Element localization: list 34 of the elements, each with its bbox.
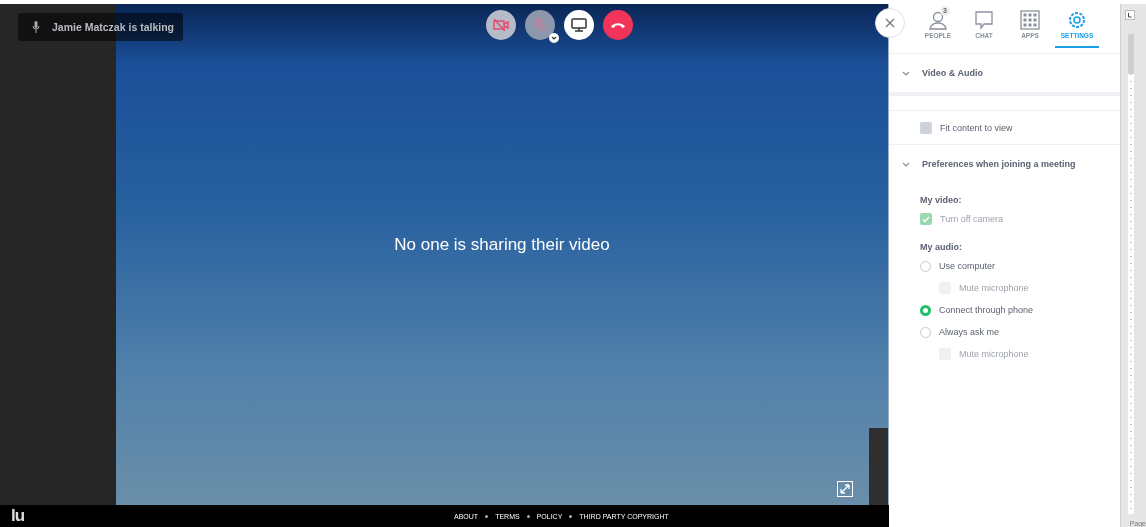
microphone-icon: [32, 21, 40, 33]
expand-icon[interactable]: [837, 481, 853, 497]
option-label: Connect through phone: [939, 305, 1034, 315]
section-header[interactable]: Preferences when joining a meeting: [922, 159, 1076, 169]
chat-icon: [974, 10, 994, 30]
camera-off-icon: [493, 19, 509, 31]
phone-icon: [610, 21, 626, 29]
group-label: My audio:: [920, 242, 962, 252]
option-label: Mute microphone: [959, 349, 1029, 359]
option-label: Fit content to view: [940, 122, 1013, 133]
tab-stop-icon[interactable]: [1125, 10, 1135, 20]
close-icon: [885, 18, 895, 28]
chevron-down-icon: [902, 161, 910, 167]
option-label: Turn off camera: [940, 214, 1004, 224]
option-label: Mute microphone: [959, 283, 1029, 293]
empty-video-message: No one is sharing their video: [394, 234, 610, 255]
checkbox[interactable]: [920, 121, 932, 134]
logo: lu: [11, 506, 25, 526]
section-header[interactable]: Video & Audio: [922, 68, 983, 78]
option-label: Use computer: [939, 261, 996, 271]
option-label: Always ask me: [939, 327, 1000, 337]
radio-button[interactable]: [920, 304, 931, 316]
apps-grid-icon: [1020, 10, 1040, 30]
speaker-text: Jamie Matczak is talking: [52, 21, 174, 33]
caret-icon: [549, 33, 559, 43]
microphone-off-icon: [534, 17, 546, 33]
people-icon: [928, 10, 948, 30]
checkmark-icon: [922, 215, 930, 223]
radio-button[interactable]: [920, 260, 931, 272]
group-label: My video:: [920, 195, 962, 205]
radio-button[interactable]: [920, 326, 931, 338]
monitor-icon: [571, 18, 587, 32]
settings-icon: [1067, 10, 1087, 30]
chevron-down-icon: [902, 70, 910, 76]
